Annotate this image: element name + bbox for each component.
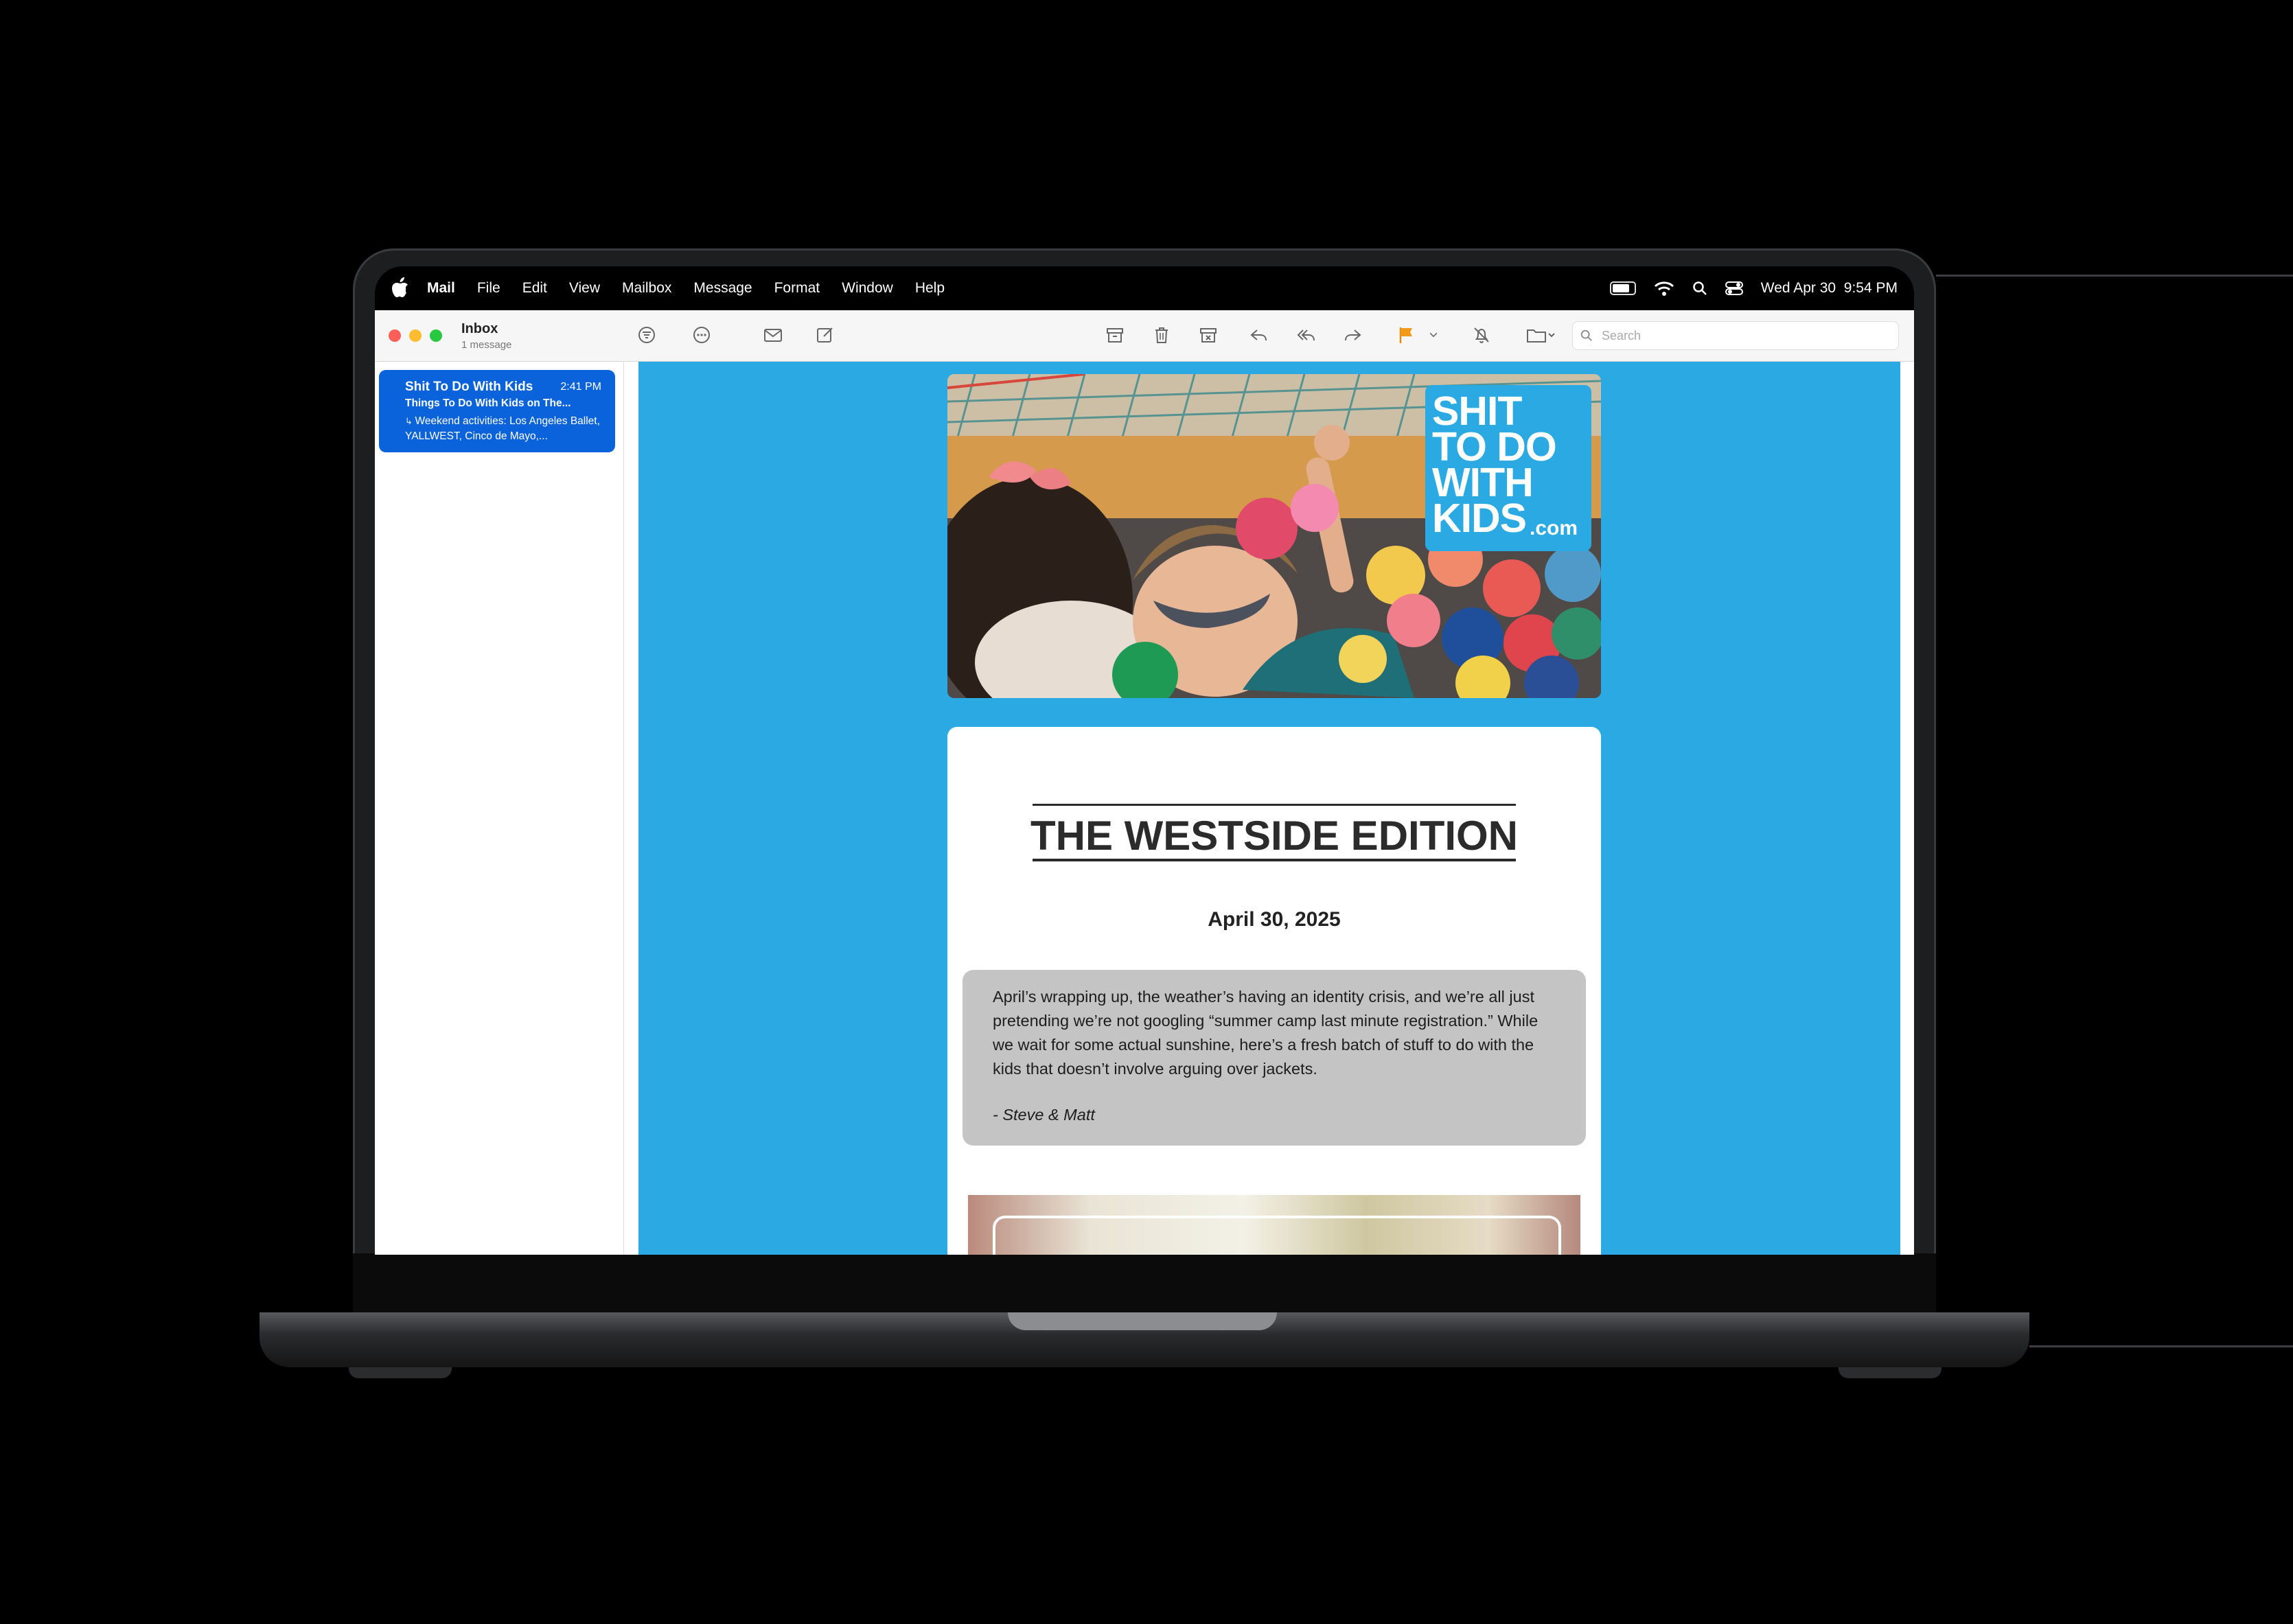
mailbox-count: 1 message xyxy=(461,339,512,351)
menu-view[interactable]: View xyxy=(569,280,600,297)
menu-clock[interactable]: Wed Apr 30 9:54 PM xyxy=(1761,280,1898,297)
flag-icon xyxy=(1399,327,1412,343)
logo-line-4: KIDS xyxy=(1432,496,1527,541)
menu-window[interactable]: Window xyxy=(842,280,893,297)
reply-all-icon xyxy=(1297,329,1315,341)
wifi-icon[interactable] xyxy=(1654,280,1674,297)
apple-icon[interactable] xyxy=(391,277,409,298)
archive-button[interactable] xyxy=(1103,323,1127,347)
thread-icon: ↳ xyxy=(405,416,415,426)
menu-file[interactable]: File xyxy=(477,280,500,297)
laptop-chin xyxy=(353,1253,1936,1315)
more-button[interactable] xyxy=(689,323,714,347)
laptop-lip xyxy=(1008,1312,1277,1330)
menu-message[interactable]: Message xyxy=(693,280,752,297)
flag-button[interactable] xyxy=(1394,323,1418,347)
newsletter-card: THE WESTSIDE EDITION April 30, 2025 Apri… xyxy=(947,727,1601,1255)
menu-bar: Mail File Edit View Mailbox Message Form… xyxy=(375,266,1914,310)
desk-edge-right-lower xyxy=(2029,1345,2293,1347)
search-field[interactable]: Search xyxy=(1572,321,1899,350)
desk-edge-right xyxy=(1936,275,2293,277)
close-window-button[interactable] xyxy=(389,329,401,342)
laptop-foot-right xyxy=(1839,1367,1941,1378)
mute-button[interactable] xyxy=(1469,323,1494,347)
menu-list: Mail File Edit View Mailbox Message Form… xyxy=(427,280,967,297)
brand-logo[interactable]: SHIT TO DO WITH KIDS .com xyxy=(1425,385,1591,551)
ball xyxy=(1545,546,1601,602)
message-list: Shit To Do With Kids 2:41 PM Things To D… xyxy=(375,362,624,1255)
intro-text: April’s wrapping up, the weather’s havin… xyxy=(993,988,1539,1078)
bell-slash-icon xyxy=(1474,327,1489,343)
menu-help[interactable]: Help xyxy=(915,280,945,297)
more-icon xyxy=(693,327,710,343)
edition-title[interactable]: THE WESTSIDE EDITION xyxy=(947,812,1601,859)
message-sender: Shit To Do With Kids xyxy=(405,380,533,394)
reply-icon xyxy=(1250,329,1267,341)
mailbox-title: Inbox xyxy=(461,321,498,336)
menu-app[interactable]: Mail xyxy=(427,280,455,297)
search-icon xyxy=(1580,329,1592,341)
reply-button[interactable] xyxy=(1247,323,1271,347)
email-viewer[interactable]: SHIT TO DO WITH KIDS .com THE WESTSIDE E… xyxy=(638,362,1900,1255)
next-section-image xyxy=(968,1195,1580,1255)
flag-menu-button[interactable] xyxy=(1425,323,1442,347)
get-mail-button[interactable] xyxy=(761,323,785,347)
envelope-icon xyxy=(764,329,782,342)
intro-box: April’s wrapping up, the weather’s havin… xyxy=(963,970,1586,1146)
hero-image: SHIT TO DO WITH KIDS .com xyxy=(947,374,1601,698)
forward-button[interactable] xyxy=(1340,323,1365,347)
ball xyxy=(1339,635,1387,683)
ball xyxy=(1291,484,1339,532)
forward-icon xyxy=(1345,329,1361,341)
signature: - Steve & Matt xyxy=(993,1106,1095,1124)
ball xyxy=(1552,607,1601,660)
message-preview-text: Weekend activities: Los Angeles Ballet, … xyxy=(405,415,600,442)
delete-button[interactable] xyxy=(1149,323,1174,347)
screen: Mail File Edit View Mailbox Message Form… xyxy=(375,266,1914,1255)
trash-icon xyxy=(1155,327,1168,343)
ball xyxy=(1483,559,1541,617)
move-to-folder-button[interactable] xyxy=(1521,323,1560,347)
menu-edit[interactable]: Edit xyxy=(522,280,547,297)
message-time: 2:41 PM xyxy=(560,381,601,393)
chevron-down-icon xyxy=(1429,332,1438,338)
junk-button[interactable] xyxy=(1196,323,1221,347)
message-preview: ↳ Weekend activities: Los Angeles Ballet… xyxy=(405,414,604,444)
junk-icon xyxy=(1200,328,1217,343)
edition-date: April 30, 2025 xyxy=(1208,908,1341,931)
status-area: Wed Apr 30 9:54 PM xyxy=(1609,276,1898,301)
spotlight-search-icon[interactable] xyxy=(1692,281,1707,296)
filter-icon xyxy=(638,327,655,343)
message-subject: Things To Do With Kids on The... xyxy=(405,397,571,409)
control-center-icon[interactable] xyxy=(1725,281,1743,296)
archive-icon xyxy=(1107,328,1123,343)
folder-icon xyxy=(1527,329,1555,343)
menu-mailbox[interactable]: Mailbox xyxy=(622,280,671,297)
logo-suffix: .com xyxy=(1530,517,1578,540)
minimize-window-button[interactable] xyxy=(409,329,422,342)
edition-top-rule xyxy=(1033,804,1516,806)
edition-underline xyxy=(1033,859,1516,861)
compose-button[interactable] xyxy=(813,323,838,347)
image-frame xyxy=(993,1216,1561,1255)
ball xyxy=(1387,594,1440,647)
toolbar: Inbox 1 message Search xyxy=(375,310,1914,362)
filter-button[interactable] xyxy=(634,323,659,347)
zoom-window-button[interactable] xyxy=(430,329,442,342)
mail-window: Inbox 1 message Search Shit To Do With K… xyxy=(375,310,1914,1255)
menu-format[interactable]: Format xyxy=(774,280,820,297)
compose-icon xyxy=(817,327,833,343)
message-row-selected[interactable]: Shit To Do With Kids 2:41 PM Things To D… xyxy=(379,370,615,452)
ball xyxy=(1236,498,1298,559)
laptop-foot-left xyxy=(349,1367,452,1378)
search-placeholder: Search xyxy=(1602,328,1641,343)
reply-all-button[interactable] xyxy=(1293,323,1318,347)
battery-icon[interactable] xyxy=(1609,281,1636,295)
